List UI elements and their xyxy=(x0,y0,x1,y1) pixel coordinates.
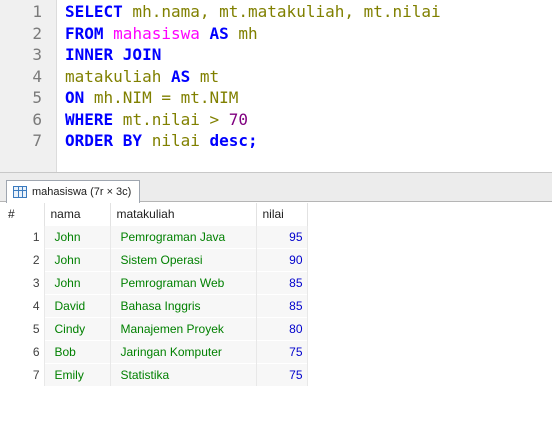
code-line[interactable]: matakuliah AS mt xyxy=(65,66,219,88)
sql-token: matakuliah xyxy=(65,66,171,86)
cell-matakuliah[interactable]: Jaringan Komputer xyxy=(110,339,257,363)
code-line[interactable]: ORDER BY nilai desc; xyxy=(65,130,258,152)
result-grid[interactable]: # nama matakuliah nilai 1 John Pemrograman… xyxy=(0,203,552,428)
cell-matakuliah[interactable]: Pemrograman Java xyxy=(110,224,257,248)
sql-token: mahasiswa xyxy=(113,23,200,43)
header-row: # nama matakuliah nilai xyxy=(0,203,308,225)
sql-token: ON xyxy=(65,88,85,107)
sql-editor[interactable]: 1 2 3 4 5 6 7 SELECT mh.nama, mt.matakuliah, m… xyxy=(0,0,552,172)
line-number-gutter: 1 2 3 4 5 6 7 xyxy=(0,0,57,172)
cell-matakuliah[interactable]: Statistika xyxy=(110,362,257,386)
code-line[interactable]: WHERE mt.nilai > 70 xyxy=(65,109,248,131)
row-number[interactable]: 3 xyxy=(0,270,45,294)
code-line[interactable]: ON mh.NIM = mt.NIM xyxy=(65,87,238,109)
cell-nilai[interactable]: 85 xyxy=(256,270,308,294)
sql-token: mh.nama, mt.matakuliah, mt.nilai xyxy=(122,2,441,21)
table-grid-icon xyxy=(13,186,27,198)
row-number[interactable]: 7 xyxy=(0,362,45,386)
cell-nama[interactable]: John xyxy=(44,270,111,294)
cell-nilai[interactable]: 90 xyxy=(256,247,308,271)
code-line[interactable]: INNER JOIN xyxy=(65,44,161,66)
sql-token: mh.NIM = mt.NIM xyxy=(84,88,239,107)
row-number[interactable]: 1 xyxy=(0,224,45,248)
column-header-index[interactable]: # xyxy=(0,203,45,225)
table-row[interactable]: 5 Cindy Manajemen Proyek 80 xyxy=(0,316,308,340)
cell-nilai[interactable]: 75 xyxy=(256,362,308,386)
row-number[interactable]: 5 xyxy=(0,316,45,340)
sql-token: AS xyxy=(170,66,191,86)
cell-nama[interactable]: David xyxy=(44,293,111,317)
code-line[interactable]: SELECT mh.nama, mt.matakuliah, mt.nilai xyxy=(65,1,441,23)
cell-nama[interactable]: Cindy xyxy=(44,316,111,340)
column-header-matakuliah[interactable]: matakuliah xyxy=(110,203,257,225)
cell-matakuliah[interactable]: Sistem Operasi xyxy=(110,247,257,271)
result-tab-bar: mahasiswa (7r × 3c) xyxy=(0,172,552,203)
cell-matakuliah[interactable]: Pemrograman Web xyxy=(110,270,257,294)
sql-token: nilai xyxy=(142,131,210,150)
table-row[interactable]: 6 Bob Jaringan Komputer 75 xyxy=(0,339,308,363)
line-number: 2 xyxy=(32,23,42,43)
sql-token: INNER JOIN xyxy=(65,45,162,64)
table-row[interactable]: 7 Emily Statistika 75 xyxy=(0,362,308,386)
sql-token: ; xyxy=(248,131,258,150)
row-number[interactable]: 6 xyxy=(0,339,45,363)
result-tab-mahasiswa[interactable]: mahasiswa (7r × 3c) xyxy=(6,180,141,203)
table-row[interactable]: 4 David Bahasa Inggris 85 xyxy=(0,293,308,317)
cell-nilai[interactable]: 80 xyxy=(256,316,308,340)
grid-body: 1 John Pemrograman Java 95 2 John Sistem Opera… xyxy=(0,224,308,386)
row-number[interactable]: 4 xyxy=(0,293,45,317)
cell-nilai[interactable]: 95 xyxy=(256,224,308,248)
cell-matakuliah[interactable]: Manajemen Proyek xyxy=(110,316,257,340)
sql-token: AS xyxy=(209,23,229,43)
table-row[interactable]: 3 John Pemrograman Web 85 xyxy=(0,270,308,294)
sql-token: mt.nilai > xyxy=(113,109,229,129)
cell-nilai[interactable]: 75 xyxy=(256,339,308,363)
cell-nama[interactable]: John xyxy=(44,224,111,248)
sql-token: WHERE xyxy=(65,109,114,129)
sql-token: mt xyxy=(190,66,220,86)
result-table: # nama matakuliah nilai 1 John Pemrograman… xyxy=(0,203,308,386)
sql-token: 70 xyxy=(228,109,249,129)
sql-token: mh xyxy=(228,23,258,43)
cell-nama[interactable]: John xyxy=(44,247,111,271)
sql-token: SELECT xyxy=(65,2,123,21)
table-row[interactable]: 1 John Pemrograman Java 95 xyxy=(0,224,308,248)
table-row[interactable]: 2 John Sistem Operasi 90 xyxy=(0,247,308,271)
column-header-nama[interactable]: nama xyxy=(44,203,111,225)
row-number[interactable]: 2 xyxy=(0,247,45,271)
sql-token: desc xyxy=(209,131,249,150)
line-number: 7 xyxy=(32,131,42,150)
cell-nama[interactable]: Bob xyxy=(44,339,111,363)
column-header-nilai[interactable]: nilai xyxy=(256,203,308,225)
result-tab-label: mahasiswa (7r × 3c) xyxy=(32,186,132,198)
cell-nama[interactable]: Emily xyxy=(44,362,111,386)
line-number: 6 xyxy=(32,109,42,129)
line-number: 3 xyxy=(32,45,42,64)
line-number: 4 xyxy=(32,66,42,86)
code-line[interactable]: FROM mahasiswa AS mh xyxy=(65,23,258,45)
line-number: 5 xyxy=(32,88,42,107)
cell-nilai[interactable]: 85 xyxy=(256,293,308,317)
cell-matakuliah[interactable]: Bahasa Inggris xyxy=(110,293,257,317)
sql-token: FROM xyxy=(65,23,104,43)
line-number: 1 xyxy=(32,2,42,21)
sql-token: ORDER BY xyxy=(65,131,143,150)
